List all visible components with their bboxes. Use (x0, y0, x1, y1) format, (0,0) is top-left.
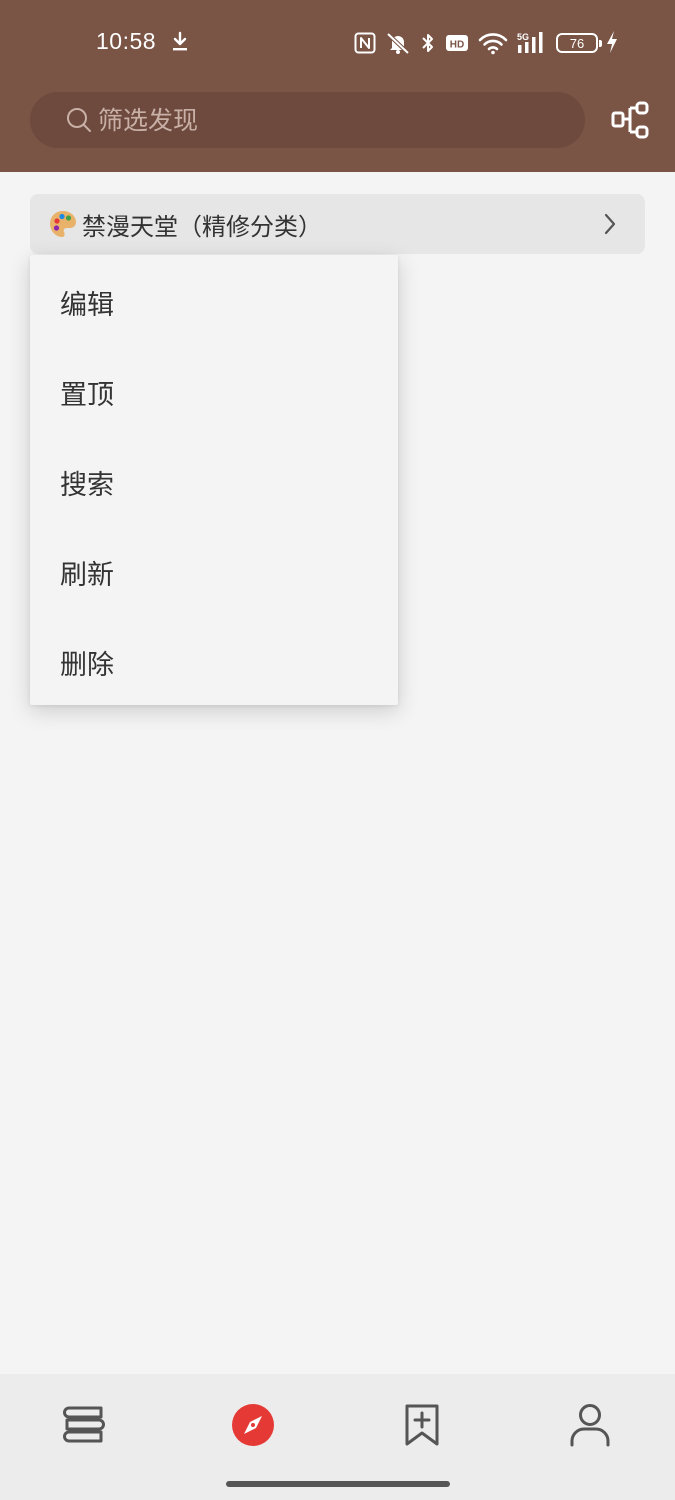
wifi-icon (478, 33, 508, 55)
home-indicator[interactable] (226, 1481, 450, 1487)
context-menu: 编辑 置顶 搜索 刷新 删除 (30, 255, 398, 705)
nav-rss[interactable] (397, 1400, 447, 1450)
menu-item-refresh[interactable]: 刷新 (30, 527, 398, 617)
battery-icon: 76 (556, 33, 602, 53)
hd-label: HD (450, 40, 464, 51)
chevron-right-icon (604, 213, 616, 235)
search-input[interactable]: 筛选发现 (30, 92, 585, 148)
menu-item-search[interactable]: 搜索 (30, 437, 398, 527)
menu-item-edit[interactable]: 编辑 (30, 257, 398, 347)
source-label: 禁漫天堂（精修分类） (82, 212, 322, 241)
status-time: 10:58 (96, 28, 157, 54)
network-type-label: 5G (517, 32, 529, 42)
nav-bookshelf[interactable] (59, 1400, 109, 1450)
bluetooth-icon (422, 34, 433, 52)
app-header: 10:58 HD 5G 76 筛选发现 (0, 0, 675, 172)
cellular-signal-icon: 5G (517, 32, 543, 53)
nav-profile[interactable] (565, 1400, 615, 1450)
search-placeholder: 筛选发现 (98, 105, 199, 135)
compass-icon (232, 1404, 274, 1446)
hd-icon: HD (446, 35, 468, 51)
charging-icon (607, 31, 617, 53)
person-icon (570, 1404, 610, 1447)
source-group-row[interactable]: 禁漫天堂（精修分类） (30, 194, 645, 254)
nav-discover[interactable] (228, 1400, 278, 1450)
menu-item-pin-top[interactable]: 置顶 (30, 347, 398, 437)
bookshelf-icon (63, 1406, 105, 1443)
menu-item-delete[interactable]: 删除 (30, 617, 398, 707)
nfc-icon (354, 32, 376, 54)
download-icon (173, 31, 187, 51)
status-icons: HD 5G 76 (354, 30, 619, 56)
group-tree-icon[interactable] (610, 101, 650, 139)
status-bar: 10:58 HD 5G 76 (0, 0, 675, 86)
palette-icon (50, 211, 76, 237)
rss-bookmark-icon (405, 1404, 439, 1446)
battery-level: 76 (569, 35, 585, 51)
bell-muted-icon (386, 32, 410, 55)
search-icon (67, 108, 91, 132)
